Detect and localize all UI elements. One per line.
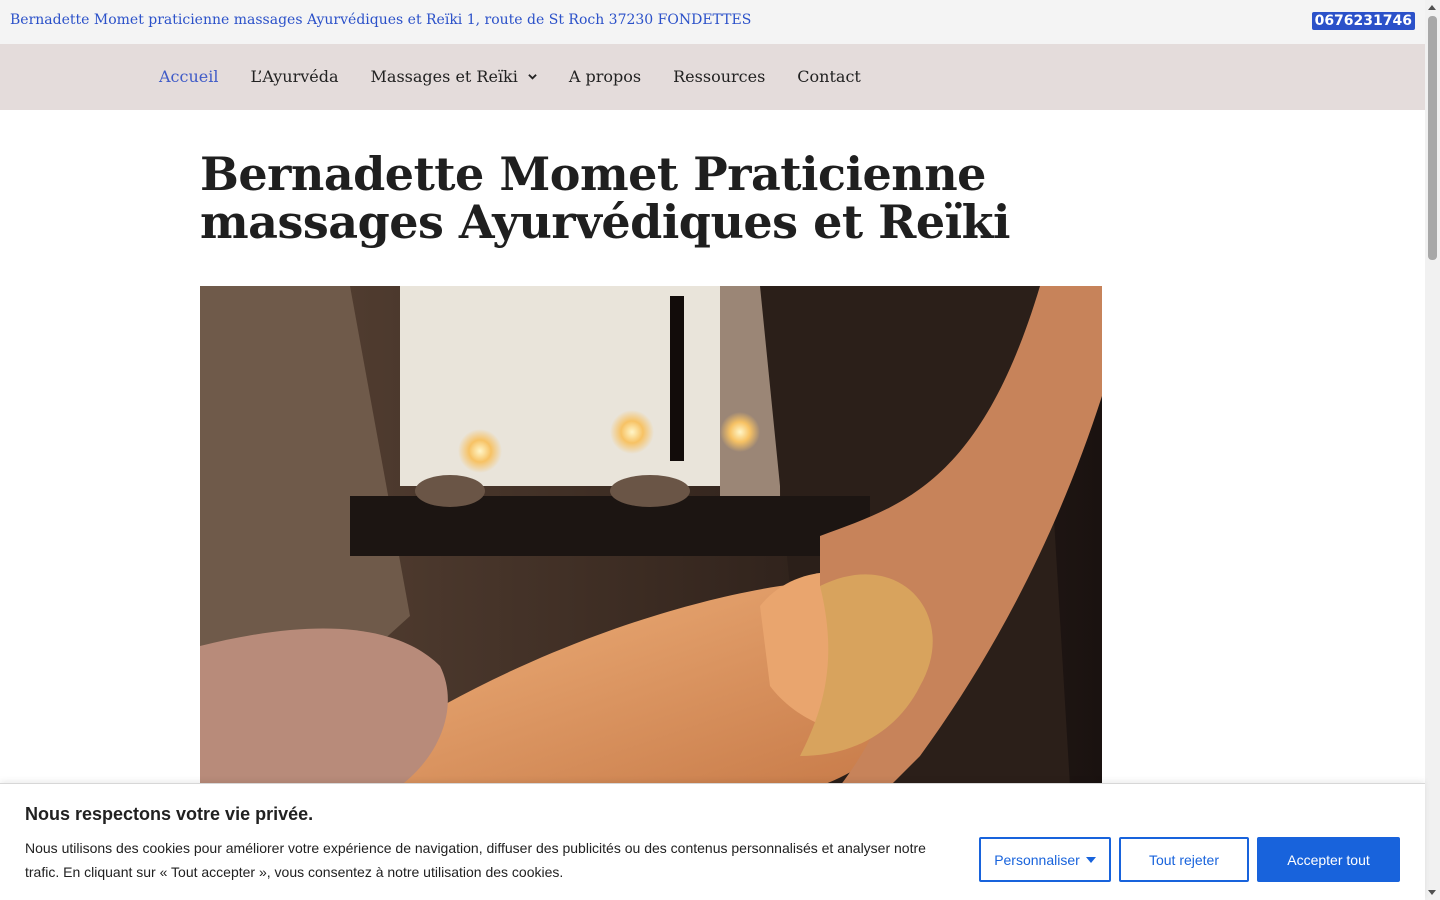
- nav-item-ressources[interactable]: Ressources: [673, 67, 765, 86]
- page-scrollbar[interactable]: [1425, 0, 1440, 900]
- main-navigation: Accueil L’Ayurvéda Massages et Reïki A p…: [0, 44, 1425, 110]
- nav-item-contact[interactable]: Contact: [797, 67, 861, 86]
- top-info-bar: Bernadette Momet praticienne massages Ay…: [0, 0, 1425, 44]
- chevron-down-icon: [528, 74, 537, 80]
- accept-all-button[interactable]: Accepter tout: [1257, 837, 1400, 882]
- address-text: Bernadette Momet praticienne massages Ay…: [10, 12, 752, 28]
- hero-image: [200, 286, 1102, 786]
- scrollbar-thumb[interactable]: [1428, 16, 1437, 260]
- accept-label: Accepter tout: [1287, 851, 1370, 868]
- scroll-down-icon[interactable]: [1428, 890, 1436, 895]
- cookie-title: Nous respectons votre vie privée.: [25, 804, 314, 824]
- nav-item-massages-reiki[interactable]: Massages et Reïki: [371, 67, 537, 86]
- customize-button[interactable]: Personnaliser: [979, 837, 1111, 882]
- massage-photo: [200, 286, 1102, 786]
- cookie-text: Nous utilisons des cookies pour améliore…: [25, 840, 926, 880]
- reject-label: Tout rejeter: [1148, 851, 1220, 868]
- cookie-consent-banner: Nous respectons votre vie privée. Nous u…: [0, 783, 1425, 900]
- page-title: Bernadette Momet Praticienne massages Ay…: [200, 147, 1010, 249]
- nav-item-label: Contact: [797, 67, 861, 86]
- reject-all-button[interactable]: Tout rejeter: [1119, 837, 1249, 882]
- nav-menu: Accueil L’Ayurvéda Massages et Reïki A p…: [159, 67, 893, 86]
- nav-item-label: Ressources: [673, 67, 766, 86]
- nav-item-label: A propos: [568, 67, 642, 86]
- nav-item-ayurveda[interactable]: L’Ayurvéda: [250, 67, 338, 86]
- nav-item-accueil[interactable]: Accueil: [159, 67, 218, 86]
- caret-down-icon: [1085, 856, 1096, 863]
- nav-item-label: Accueil: [159, 67, 219, 86]
- nav-item-label: Massages et Reïki: [370, 67, 518, 86]
- nav-item-label: L’Ayurvéda: [250, 67, 339, 86]
- phone-link[interactable]: 0676231746: [1311, 12, 1415, 30]
- nav-item-a-propos[interactable]: A propos: [569, 67, 641, 86]
- customize-label: Personnaliser: [994, 851, 1080, 868]
- scroll-up-icon[interactable]: [1428, 5, 1436, 10]
